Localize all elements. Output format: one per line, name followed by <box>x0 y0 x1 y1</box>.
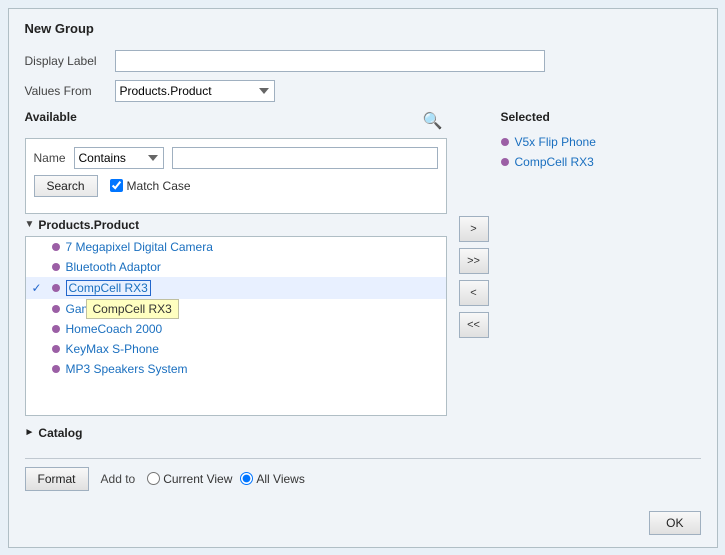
selected-title: Selected <box>501 110 701 124</box>
current-view-label: Current View <box>163 472 232 486</box>
dot-icon <box>52 325 60 333</box>
products-toggle-icon: ▼ <box>25 219 35 230</box>
left-section: Available 🔍 Name Contains Equals Starts … <box>25 110 447 444</box>
item-label: CompCell RX3 <box>66 280 151 296</box>
new-group-dialog: New Group Display Label Values From Prod… <box>8 8 718 548</box>
catalog-label: Catalog <box>38 426 82 440</box>
check-icon <box>32 362 46 376</box>
selected-item-label: CompCell RX3 <box>515 155 594 169</box>
list-item[interactable]: HomeCoach 2000 <box>26 319 446 339</box>
dot-icon <box>52 305 60 313</box>
contains-select[interactable]: Contains Equals Starts With <box>74 147 164 169</box>
products-tree-label: Products.Product <box>38 218 139 232</box>
display-label-input[interactable] <box>115 50 545 72</box>
item-label: 7 Megapixel Digital Camera <box>66 240 213 254</box>
move-right-button[interactable]: > <box>459 216 489 242</box>
all-views-radio[interactable] <box>240 472 253 485</box>
tree-section: ▼ Products.Product 7 Megapixel Digital C… <box>25 218 447 444</box>
selected-list-item: CompCell RX3 <box>501 152 701 172</box>
dot-icon <box>501 158 509 166</box>
search-action-row: Search Match Case <box>34 175 438 197</box>
available-header: Available 🔍 <box>25 110 447 132</box>
list-item[interactable]: KeyMax S-Phone <box>26 339 446 359</box>
check-icon <box>32 342 46 356</box>
selected-list-item: V5x Flip Phone <box>501 132 701 152</box>
format-button[interactable]: Format <box>25 467 89 491</box>
transfer-buttons: > >> < << <box>455 110 493 444</box>
catalog-tree-header[interactable]: ► Catalog <box>25 422 447 444</box>
all-views-label: All Views <box>256 472 304 486</box>
values-from-select[interactable]: Products.Product <box>115 80 275 102</box>
dialog-title: New Group <box>25 21 701 36</box>
products-tree-header[interactable]: ▼ Products.Product <box>25 218 447 232</box>
check-icon <box>32 322 46 336</box>
current-view-radio[interactable] <box>147 472 160 485</box>
values-from-row: Values From Products.Product <box>25 80 701 102</box>
product-list[interactable]: 7 Megapixel Digital Camera Bluetooth Ada… <box>25 236 447 416</box>
all-views-option: All Views <box>240 472 304 486</box>
match-case-row: Match Case <box>110 179 191 193</box>
main-content: Available 🔍 Name Contains Equals Starts … <box>25 110 701 444</box>
display-label-row: Display Label <box>25 50 701 72</box>
move-all-left-button[interactable]: << <box>459 312 489 338</box>
search-row: Name Contains Equals Starts With <box>34 147 438 169</box>
dot-icon <box>52 284 60 292</box>
selected-item-label: V5x Flip Phone <box>515 135 596 149</box>
check-icon <box>32 260 46 274</box>
selected-list: V5x Flip Phone CompCell RX3 <box>501 132 701 172</box>
available-title: Available <box>25 110 77 124</box>
dot-icon <box>501 138 509 146</box>
add-to-label: Add to <box>101 472 136 486</box>
dot-icon <box>52 243 60 251</box>
tooltip: CompCell RX3 <box>86 299 179 319</box>
check-icon <box>32 302 46 316</box>
dot-icon <box>52 365 60 373</box>
search-icon[interactable]: 🔍 <box>419 111 447 131</box>
check-icon: ✓ <box>32 281 46 295</box>
dot-icon <box>52 263 60 271</box>
current-view-option: Current View <box>147 472 232 486</box>
display-label-label: Display Label <box>25 54 115 68</box>
list-item[interactable]: Bluetooth Adaptor <box>26 257 446 277</box>
search-button[interactable]: Search <box>34 175 98 197</box>
match-case-label: Match Case <box>127 179 191 193</box>
list-item[interactable]: 7 Megapixel Digital Camera <box>26 237 446 257</box>
move-all-right-button[interactable]: >> <box>459 248 489 274</box>
move-left-button[interactable]: < <box>459 280 489 306</box>
filter-area: Name Contains Equals Starts With Search … <box>25 138 447 214</box>
match-case-checkbox[interactable] <box>110 179 123 192</box>
values-from-label: Values From <box>25 84 115 98</box>
item-label: Bluetooth Adaptor <box>66 260 161 274</box>
item-label: KeyMax S-Phone <box>66 342 159 356</box>
dot-icon <box>52 345 60 353</box>
ok-button[interactable]: OK <box>649 511 700 535</box>
item-label: HomeCoach 2000 <box>66 322 163 336</box>
name-label: Name <box>34 151 66 165</box>
bottom-bar: Format Add to Current View All Views <box>25 458 701 491</box>
list-item-compcell[interactable]: ✓ CompCell RX3 CompCell RX3 <box>26 277 446 299</box>
check-icon <box>32 240 46 254</box>
view-radio-group: Current View All Views <box>147 472 305 486</box>
selected-panel: Selected V5x Flip Phone CompCell RX3 <box>501 110 701 444</box>
list-item[interactable]: MP3 Speakers System <box>26 359 446 379</box>
item-label: MP3 Speakers System <box>66 362 188 376</box>
catalog-toggle-icon: ► <box>25 427 35 438</box>
search-text-input[interactable] <box>172 147 438 169</box>
